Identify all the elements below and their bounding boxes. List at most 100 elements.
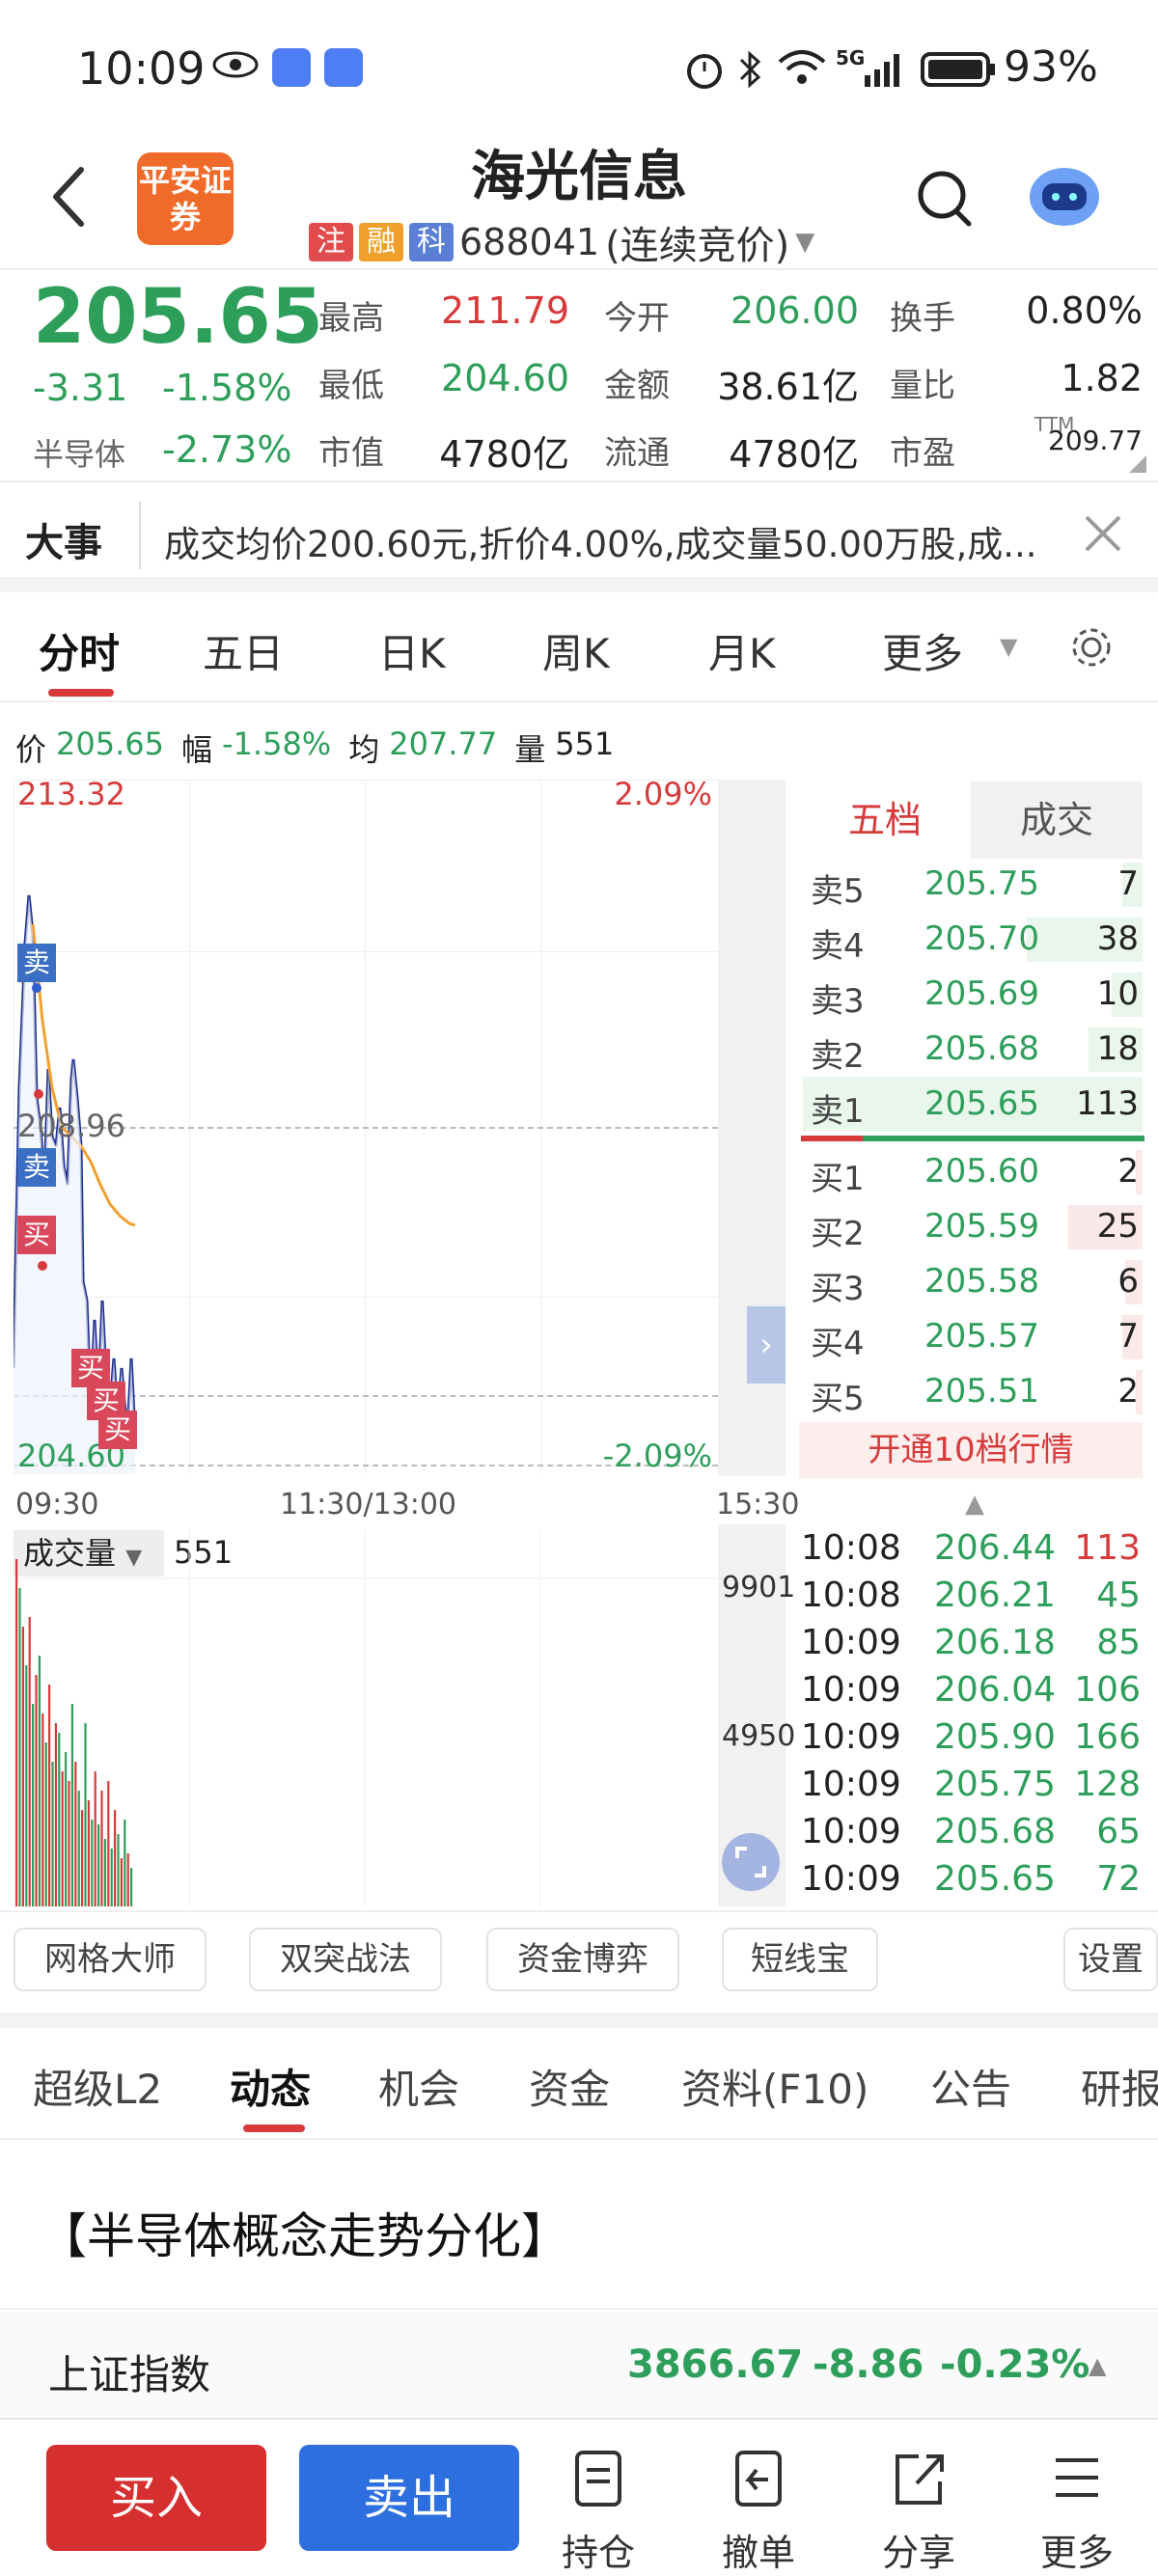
double-break-button[interactable]: 双突战法 xyxy=(249,1928,442,1991)
fullscreen-icon[interactable] xyxy=(720,1831,782,1893)
ask-row[interactable]: 卖3 205.69 10 xyxy=(803,967,1143,1022)
trade-qty: 128 xyxy=(1074,1765,1141,1804)
share-icon xyxy=(896,2454,944,2505)
order-qty: 6 xyxy=(1117,1262,1139,1301)
volume-bar xyxy=(114,1810,117,1906)
sell-marker[interactable]: 卖 xyxy=(17,944,56,982)
bid-row[interactable]: 买1 205.60 2 xyxy=(803,1144,1143,1199)
volume-bar xyxy=(103,1839,106,1906)
close-icon[interactable] xyxy=(1083,513,1123,554)
tab-f10[interactable]: 资料(F10) xyxy=(681,2057,868,2116)
ask-row[interactable]: 卖5 205.75 7 xyxy=(803,857,1143,912)
ask-row[interactable]: 卖1 205.65 113 xyxy=(803,1077,1143,1132)
trade-time: 10:09 xyxy=(801,1717,901,1757)
buy-marker[interactable]: 买 xyxy=(17,1216,56,1254)
volume-bar xyxy=(74,1762,77,1906)
order-label: 卖2 xyxy=(811,1037,865,1076)
tab-opportunity[interactable]: 机会 xyxy=(378,2057,459,2116)
volume-bar xyxy=(21,1627,24,1906)
news-headline[interactable]: 【半导体概念走势分化】 xyxy=(39,2198,569,2267)
expand-up-icon[interactable]: ▲ xyxy=(1089,2352,1106,2379)
price-change: -3.31 xyxy=(33,367,128,409)
capital-game-button[interactable]: 资金博弈 xyxy=(486,1928,679,1991)
order-qty: 7 xyxy=(1117,864,1139,903)
nav-cancel-order[interactable]: 撤单 xyxy=(691,2447,826,2576)
intraday-chart[interactable]: 213.32 208.96 204.60 2.09% -2.09% 卖 卖 买 … xyxy=(14,776,718,1474)
expand-chevron-icon[interactable]: › xyxy=(747,1306,786,1384)
stock-code-row[interactable]: 注 融 科 688041 (连续竞价) ▼ xyxy=(309,214,814,270)
ask-row[interactable]: 卖2 205.68 18 xyxy=(803,1022,1143,1077)
pct-label: 幅 xyxy=(180,731,212,768)
nav-positions[interactable]: 持仓 xyxy=(531,2447,666,2576)
sell-marker[interactable]: 卖 xyxy=(17,1148,56,1187)
battery-percent: 93% xyxy=(1004,42,1098,92)
tab-research[interactable]: 研报 xyxy=(1081,2057,1158,2116)
tools-settings-button[interactable]: 设置 xyxy=(1063,1928,1158,1991)
search-icon[interactable] xyxy=(915,168,973,230)
tab-five-day[interactable]: 五日 xyxy=(203,621,284,680)
order-qty: 18 xyxy=(1096,1029,1139,1068)
grid-master-button[interactable]: 网格大师 xyxy=(14,1928,207,1991)
volume-bar xyxy=(58,1733,61,1906)
quote-value: 211.79 xyxy=(441,289,569,332)
tab-trades[interactable]: 成交 xyxy=(971,781,1143,859)
sector-name[interactable]: 半导体 xyxy=(33,430,125,475)
dropdown-triangle-icon: ▼ xyxy=(795,228,815,257)
volume-bar xyxy=(65,1752,68,1906)
volume-bar xyxy=(87,1800,90,1906)
trade-time: 10:09 xyxy=(801,1859,901,1899)
index-change: -8.86 xyxy=(813,2343,924,2387)
bid-row[interactable]: 买5 205.51 2 xyxy=(803,1364,1143,1419)
app-notification-icon xyxy=(272,48,311,87)
robot-assistant-icon[interactable] xyxy=(1023,154,1106,232)
order-qty: 25 xyxy=(1096,1207,1139,1246)
tab-funds[interactable]: 资金 xyxy=(529,2057,610,2116)
y-axis-top-label: 213.32 xyxy=(17,776,125,812)
bid-row[interactable]: 买4 205.57 7 xyxy=(803,1309,1143,1364)
nav-share[interactable]: 分享 xyxy=(851,2447,986,2576)
bid-row[interactable]: 买2 205.59 25 xyxy=(803,1199,1143,1254)
nav-more[interactable]: 更多 xyxy=(1009,2447,1144,2576)
tab-level5[interactable]: 五档 xyxy=(799,781,971,859)
avg-label: 均 xyxy=(348,731,380,768)
trade-price: 205.68 xyxy=(934,1812,1056,1851)
corner-expand-icon[interactable] xyxy=(1127,453,1148,475)
index-name: 上证指数 xyxy=(48,2351,211,2398)
order-price: 205.65 xyxy=(924,1084,1039,1123)
tab-daily-k[interactable]: 日K xyxy=(378,621,446,680)
volume-bar xyxy=(38,1656,41,1906)
collapse-triangle-icon[interactable]: ▲ xyxy=(965,1490,984,1519)
active-tab-indicator xyxy=(243,2124,305,2132)
ratio-bar-red xyxy=(801,1136,863,1141)
tab-announcements[interactable]: 公告 xyxy=(930,2057,1011,2116)
tag-margin: 融 xyxy=(359,223,403,261)
wallet-notification-icon xyxy=(324,48,363,87)
settings-gear-icon[interactable] xyxy=(1067,623,1116,671)
buy-button[interactable]: 买入 xyxy=(46,2445,266,2551)
news-text[interactable]: 成交均价200.60元,折价4.00%,成交量50.00万股,成... xyxy=(164,515,1071,567)
nav-share-label: 分享 xyxy=(881,2532,955,2574)
tab-monthly-k[interactable]: 月K xyxy=(708,621,776,680)
tab-weekly-k[interactable]: 周K xyxy=(542,621,610,680)
volume-bar xyxy=(68,1781,70,1906)
ask-row[interactable]: 卖4 205.70 38 xyxy=(803,912,1143,967)
order-price: 205.75 xyxy=(924,864,1039,903)
upgrade-level10-button[interactable]: 开通10档行情 xyxy=(799,1422,1143,1478)
quote-value: 206.00 xyxy=(731,289,859,332)
tab-more[interactable]: 更多 xyxy=(882,621,963,680)
sector-change-pct: -2.73% xyxy=(162,428,292,471)
buy-marker[interactable]: 买 xyxy=(98,1411,137,1449)
order-qty: 38 xyxy=(1096,919,1139,958)
more-dropdown-icon: ▼ xyxy=(1000,633,1018,660)
nav-positions-label: 持仓 xyxy=(561,2532,635,2574)
tab-super-l2[interactable]: 超级L2 xyxy=(33,2057,162,2116)
bid-row[interactable]: 买3 205.58 6 xyxy=(803,1254,1143,1309)
tab-dynamics[interactable]: 动态 xyxy=(230,2057,311,2116)
short-line-button[interactable]: 短线宝 xyxy=(722,1928,878,1991)
nav-cancel-label: 撤单 xyxy=(721,2532,795,2574)
tab-intraday[interactable]: 分时 xyxy=(39,621,120,680)
chart-price: 205.65 xyxy=(56,726,164,762)
order-qty: 7 xyxy=(1117,1317,1139,1356)
sell-button[interactable]: 卖出 xyxy=(299,2445,519,2551)
trade-time: 10:09 xyxy=(801,1623,901,1662)
